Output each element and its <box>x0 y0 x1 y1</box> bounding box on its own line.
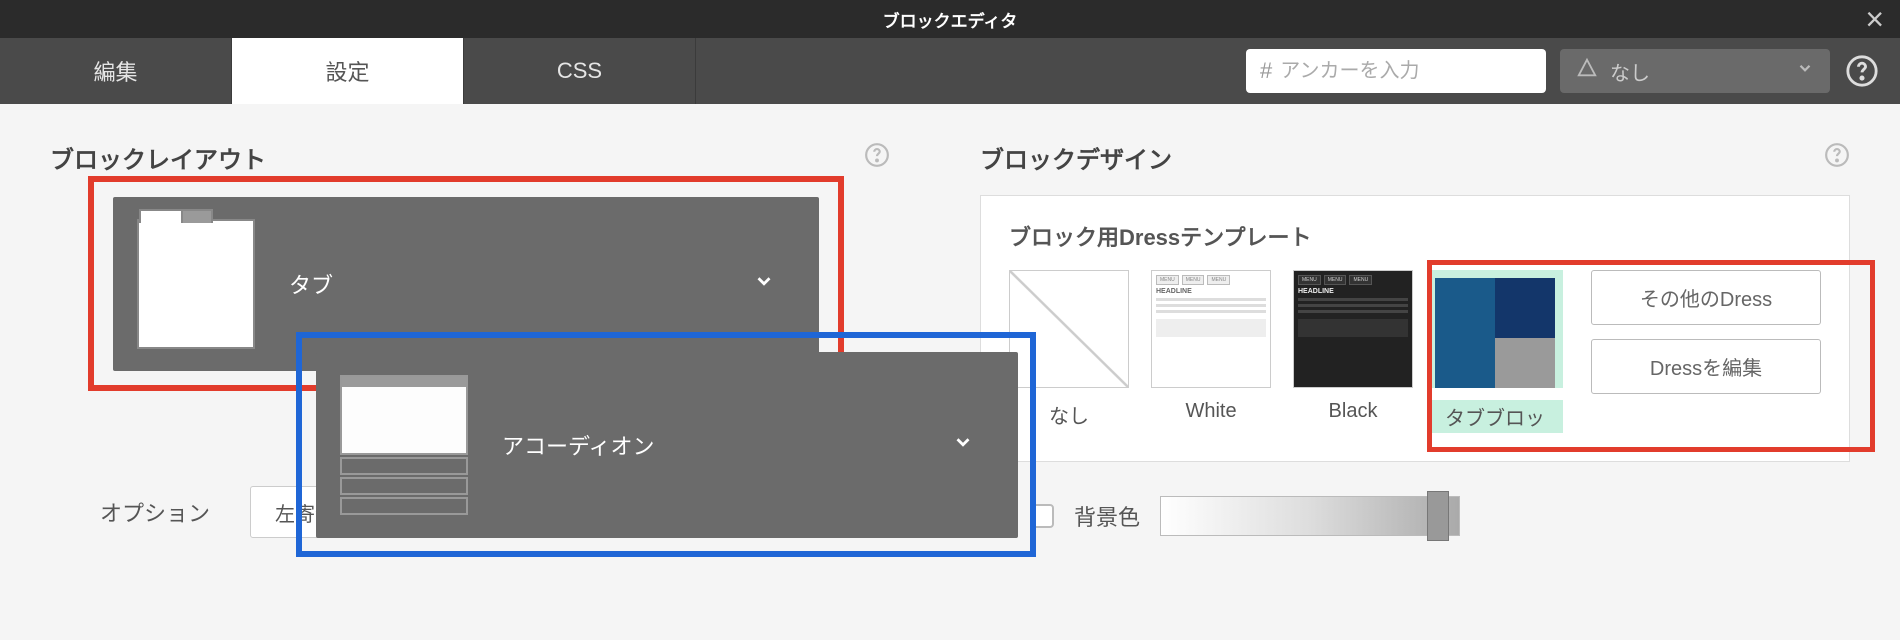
tab-settings[interactable]: 設定 <box>232 38 464 104</box>
block-design-title: ブロックデザイン <box>980 140 1172 175</box>
help-icon[interactable] <box>1844 53 1880 89</box>
right-column: ブロックデザイン ブロック用Dressテンプレート なし MENUMENUMEN… <box>940 104 1900 640</box>
dress-template-black[interactable]: MENUMENUMENU HEADLINE Black <box>1293 270 1413 423</box>
slider-handle[interactable] <box>1427 491 1449 541</box>
main: ブロックレイアウト タブ アコーディオン <box>0 104 1900 640</box>
left-section-header: ブロックレイアウト <box>50 140 890 175</box>
block-layout-title: ブロックレイアウト <box>50 140 266 175</box>
title-bar: ブロックエディタ × <box>0 0 1900 38</box>
dress-template-title: ブロック用Dressテンプレート <box>1009 220 1821 252</box>
highlight-blue <box>296 332 1036 557</box>
toolbar: 編集 設定 CSS # なし <box>0 38 1900 104</box>
tab-edit[interactable]: 編集 <box>0 38 232 104</box>
highlight-red <box>1427 260 1875 452</box>
theme-select[interactable]: なし <box>1560 49 1830 93</box>
dress-row: なし MENUMENUMENU HEADLINE White MENUMENUM… <box>1009 270 1821 433</box>
template-label-none: なし <box>1049 400 1089 429</box>
tab-css[interactable]: CSS <box>464 38 696 104</box>
anchor-input[interactable] <box>1280 60 1545 83</box>
bgcolor-slider[interactable] <box>1160 496 1460 536</box>
help-icon[interactable] <box>864 142 890 173</box>
options-label: オプション <box>100 496 210 528</box>
hash-icon: # <box>1260 58 1272 84</box>
toolbar-right: # なし <box>1246 38 1880 104</box>
close-icon[interactable]: × <box>1865 3 1884 35</box>
anchor-input-wrap: # <box>1246 49 1546 93</box>
right-section-header: ブロックデザイン <box>980 140 1850 175</box>
layout-label-tab: タブ <box>289 268 719 300</box>
template-black-icon: MENUMENUMENU HEADLINE <box>1293 270 1413 388</box>
template-white-icon: MENUMENUMENU HEADLINE <box>1151 270 1271 388</box>
template-label-white: White <box>1185 400 1236 423</box>
theme-select-value: なし <box>1610 57 1650 86</box>
dress-template-white[interactable]: MENUMENUMENU HEADLINE White <box>1151 270 1271 423</box>
triangle-icon <box>1576 57 1598 85</box>
window-title: ブロックエディタ <box>883 7 1018 32</box>
dress-panel: ブロック用Dressテンプレート なし MENUMENUMENU HEADLIN… <box>980 195 1850 462</box>
left-column: ブロックレイアウト タブ アコーディオン <box>0 104 940 640</box>
options-right: 背景色 <box>1030 496 1460 536</box>
chevron-down-icon <box>1796 59 1814 83</box>
chevron-down-icon <box>753 270 795 298</box>
template-label-black: Black <box>1329 400 1378 423</box>
tab-thumb-icon <box>137 219 255 349</box>
help-icon[interactable] <box>1824 142 1850 173</box>
bgcolor-label: 背景色 <box>1074 500 1140 532</box>
